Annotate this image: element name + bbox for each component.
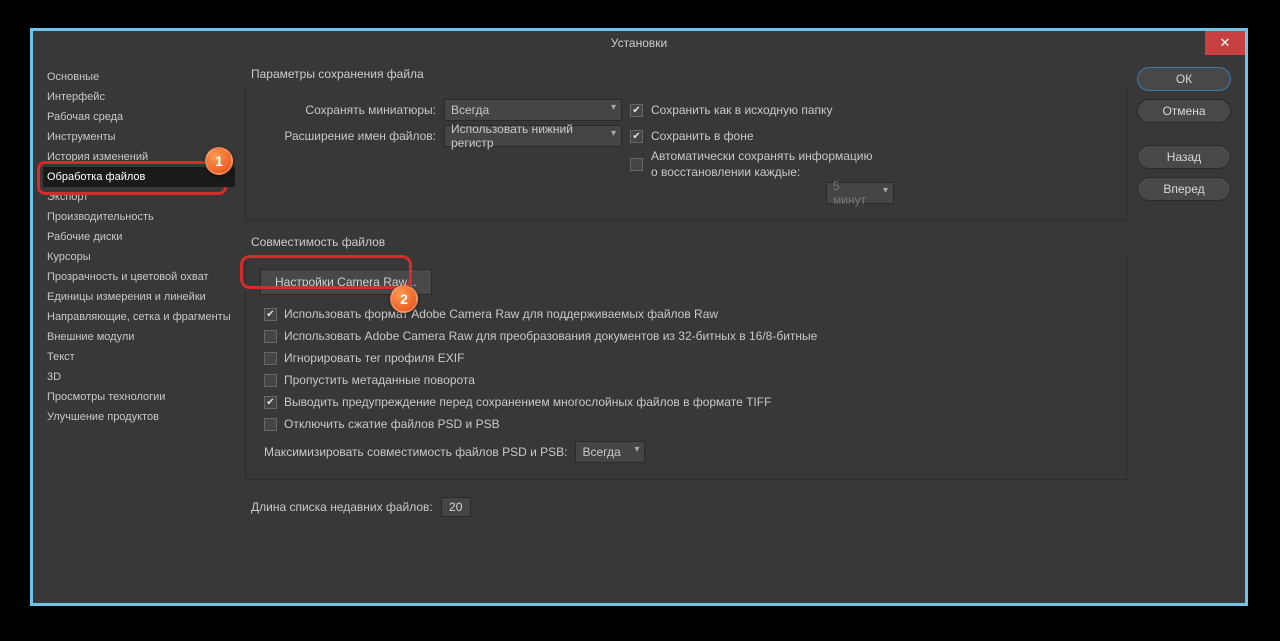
recent-files-input[interactable] (441, 497, 471, 517)
use-acr-checkbox[interactable] (264, 308, 277, 321)
max-compat-select[interactable]: Всегда (575, 441, 645, 463)
dialog-buttons: ОК Отмена Назад Вперед (1137, 67, 1231, 591)
sidebar-item-3[interactable]: Инструменты (43, 127, 235, 147)
thumbnails-select[interactable]: Всегда (444, 99, 622, 121)
thumbnails-label: Сохранять миниатюры: (260, 103, 436, 117)
file-saving-group: Параметры сохранения файла Сохранять мин… (245, 67, 1127, 221)
sidebar-item-17[interactable]: Улучшение продуктов (43, 407, 235, 427)
sidebar-item-15[interactable]: 3D (43, 367, 235, 387)
sidebar-item-8[interactable]: Рабочие диски (43, 227, 235, 247)
ignore-exif-label: Игнорировать тег профиля EXIF (284, 351, 464, 365)
sidebar-item-12[interactable]: Направляющие, сетка и фрагменты (43, 307, 235, 327)
window-title: Установки (611, 36, 667, 50)
save-background-label: Сохранить в фоне (651, 129, 754, 143)
sidebar-item-9[interactable]: Курсоры (43, 247, 235, 267)
close-button[interactable]: ✕ (1205, 31, 1245, 55)
skip-rotate-checkbox[interactable] (264, 374, 277, 387)
sidebar-item-5[interactable]: Обработка файлов (43, 167, 235, 187)
auto-recover-label: Автоматически сохранять информацию о вос… (651, 149, 881, 180)
sidebar-item-13[interactable]: Внешние модули (43, 327, 235, 347)
auto-recover-checkbox[interactable] (630, 158, 643, 171)
use-acr-32-checkbox[interactable] (264, 330, 277, 343)
sidebar-item-16[interactable]: Просмотры технологии (43, 387, 235, 407)
sidebar-item-7[interactable]: Производительность (43, 207, 235, 227)
sidebar-item-1[interactable]: Интерфейс (43, 87, 235, 107)
file-saving-title: Параметры сохранения файла (245, 67, 1127, 87)
file-compat-group: Совместимость файлов 2 Настройки Camera … (245, 235, 1127, 480)
disable-psd-checkbox[interactable] (264, 418, 277, 431)
save-background-checkbox[interactable] (630, 130, 643, 143)
sidebar-item-10[interactable]: Прозрачность и цветовой охват (43, 267, 235, 287)
use-acr-32-label: Использовать Adobe Camera Raw для преобр… (284, 329, 817, 343)
extension-select[interactable]: Использовать нижний регистр (444, 125, 622, 147)
max-compat-label: Максимизировать совместимость файлов PSD… (260, 445, 567, 459)
cancel-button[interactable]: Отмена (1137, 99, 1231, 123)
use-acr-label: Использовать формат Adobe Camera Raw для… (284, 307, 718, 321)
sidebar: 1 ОсновныеИнтерфейсРабочая средаИнструме… (43, 67, 235, 591)
tiff-warn-checkbox[interactable] (264, 396, 277, 409)
forward-button[interactable]: Вперед (1137, 177, 1231, 201)
sidebar-item-14[interactable]: Текст (43, 347, 235, 367)
recent-files-label: Длина списка недавних файлов: (251, 500, 433, 514)
save-original-label: Сохранить как в исходную папку (651, 103, 832, 117)
save-original-checkbox[interactable] (630, 104, 643, 117)
ignore-exif-checkbox[interactable] (264, 352, 277, 365)
titlebar: Установки ✕ (33, 31, 1245, 55)
callout-badge-2: 2 (390, 285, 418, 313)
sidebar-item-2[interactable]: Рабочая среда (43, 107, 235, 127)
extension-label: Расширение имен файлов: (260, 129, 436, 143)
file-compat-title: Совместимость файлов (245, 235, 1127, 255)
sidebar-item-0[interactable]: Основные (43, 67, 235, 87)
disable-psd-label: Отключить сжатие файлов PSD и PSB (284, 417, 500, 431)
back-button[interactable]: Назад (1137, 145, 1231, 169)
skip-rotate-label: Пропустить метаданные поворота (284, 373, 475, 387)
ok-button[interactable]: ОК (1137, 67, 1231, 91)
tiff-warn-label: Выводить предупреждение перед сохранение… (284, 395, 771, 409)
recover-interval-select: 5 минут (826, 182, 894, 204)
sidebar-item-6[interactable]: Экспорт (43, 187, 235, 207)
main-content: Параметры сохранения файла Сохранять мин… (245, 67, 1127, 591)
sidebar-item-11[interactable]: Единицы измерения и линейки (43, 287, 235, 307)
callout-badge-1: 1 (205, 147, 233, 175)
